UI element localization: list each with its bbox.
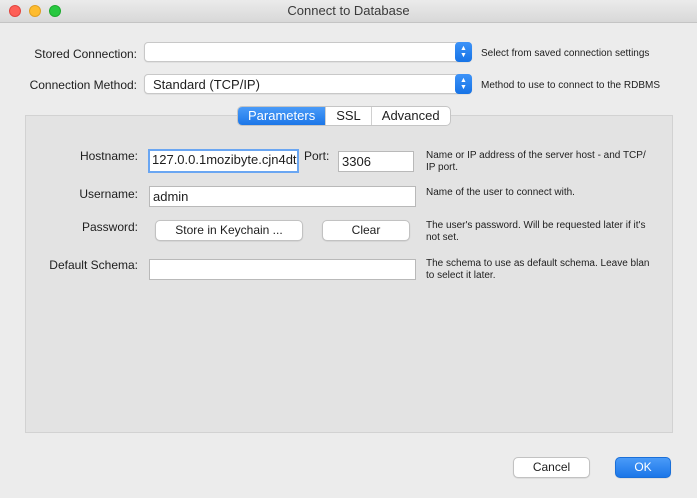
- hostname-label: Hostname:: [79, 149, 138, 163]
- title-bar: Connect to Database: [0, 0, 697, 23]
- stored-connection-hint: Select from saved connection settings: [481, 48, 650, 59]
- tab-parameters[interactable]: Parameters: [238, 107, 326, 125]
- tab-advanced[interactable]: Advanced: [370, 107, 450, 125]
- default-schema-hint-line2: to select it later.: [426, 270, 496, 281]
- cancel-button[interactable]: Cancel: [513, 457, 590, 478]
- chevron-updown-icon: ▲ ▼: [455, 74, 472, 94]
- password-hint-line2: not set.: [426, 232, 459, 243]
- hostname-hint-line2: IP port.: [426, 162, 459, 173]
- password-label: Password:: [81, 220, 138, 234]
- tab-bar: Parameters SSL Advanced: [237, 106, 451, 126]
- username-hint: Name of the user to connect with.: [426, 187, 575, 198]
- ok-button[interactable]: OK: [615, 457, 671, 478]
- default-schema-hint-line1: The schema to use as default schema. Lea…: [426, 258, 650, 269]
- hostname-hint-line1: Name or IP address of the server host - …: [426, 150, 646, 161]
- stored-connection-select[interactable]: ▲ ▼: [144, 42, 472, 62]
- port-label: Port:: [304, 149, 330, 163]
- default-schema-field[interactable]: [149, 259, 416, 280]
- connection-method-hint: Method to use to connect to the RDBMS: [481, 80, 660, 91]
- password-hint-line1: The user's password. Will be requested l…: [426, 220, 646, 231]
- connection-method-label: Connection Method:: [29, 78, 137, 92]
- stored-connection-label: Stored Connection:: [34, 47, 137, 61]
- store-in-keychain-button[interactable]: Store in Keychain ...: [155, 220, 303, 241]
- clear-password-button[interactable]: Clear: [322, 220, 410, 241]
- tab-ssl[interactable]: SSL: [325, 107, 371, 125]
- username-field[interactable]: admin: [149, 186, 416, 207]
- default-schema-label: Default Schema:: [49, 258, 138, 272]
- connection-method-value: Standard (TCP/IP): [153, 77, 260, 92]
- chevron-updown-icon: ▲ ▼: [455, 42, 472, 62]
- port-field[interactable]: 3306: [338, 151, 414, 172]
- hostname-field[interactable]: 127.0.0.1mozibyte.cjn4dt8: [148, 149, 299, 173]
- username-label: Username:: [79, 187, 138, 201]
- connection-method-select[interactable]: Standard (TCP/IP) ▲ ▼: [144, 74, 472, 94]
- window-title: Connect to Database: [287, 3, 410, 18]
